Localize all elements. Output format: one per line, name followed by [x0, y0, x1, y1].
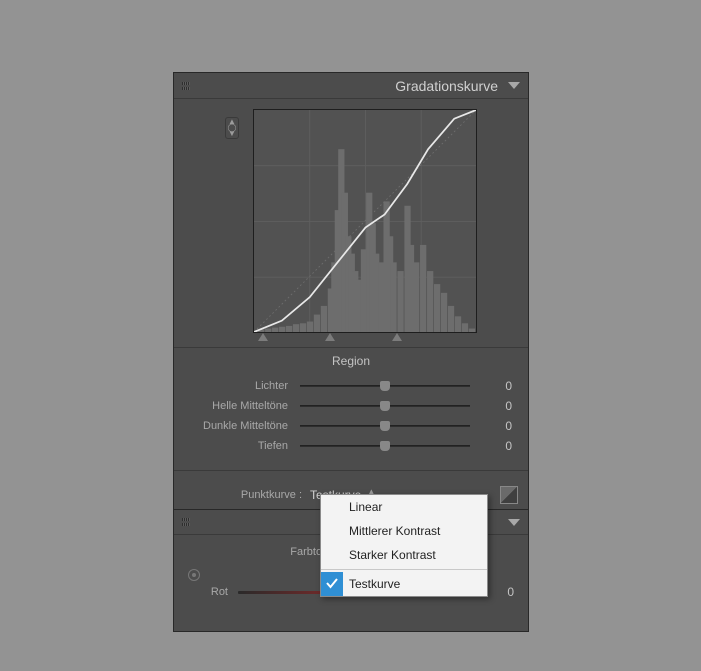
curve-edit-toggle-button[interactable] [500, 486, 518, 504]
slider-label: Helle Mitteltöne [190, 400, 300, 412]
checkmark-icon [325, 576, 339, 590]
targeted-adjustment-tool[interactable]: ▲◯▼ [225, 117, 239, 139]
slider-value: 0 [470, 419, 512, 433]
disclosure-triangle-icon[interactable] [508, 82, 520, 89]
split-marker-icon[interactable] [258, 333, 268, 341]
dropdown-item-mittlerer-kontrast[interactable]: Mittlerer Kontrast [321, 519, 487, 543]
slider-value: 0 [470, 439, 512, 453]
targeted-adjustment-tool[interactable] [188, 569, 200, 581]
slider-row: Lichter 0 [190, 376, 512, 396]
region-split-markers[interactable] [218, 333, 442, 341]
region-title: Region [190, 354, 512, 368]
slider-label: Dunkle Mitteltöne [190, 420, 300, 432]
region-slider[interactable] [300, 380, 470, 392]
region-slider[interactable] [300, 400, 470, 412]
point-curve-label: Punktkurve : [174, 489, 310, 501]
dropdown-item-linear[interactable]: Linear [321, 495, 487, 519]
slider-row: Helle Mitteltöne 0 [190, 396, 512, 416]
hsl-row-label: Rot [188, 586, 238, 598]
dropdown-item-starker-kontrast[interactable]: Starker Kontrast [321, 543, 487, 567]
dropdown-item-testkurve[interactable]: Testkurve [321, 572, 487, 596]
point-curve-dropdown[interactable]: Linear Mittlerer Kontrast Starker Kontra… [320, 494, 488, 597]
split-marker-icon[interactable] [325, 333, 335, 341]
slider-value: 0 [470, 399, 512, 413]
histogram [258, 149, 475, 332]
region-slider[interactable] [300, 440, 470, 452]
slider-thumb-icon[interactable] [380, 381, 390, 391]
panel-title: Gradationskurve [395, 78, 498, 94]
slider-thumb-icon[interactable] [380, 421, 390, 431]
slider-row: Tiefen 0 [190, 436, 512, 456]
slider-thumb-icon[interactable] [380, 401, 390, 411]
slider-thumb-icon[interactable] [380, 441, 390, 451]
region-sliders: Region Lichter 0Helle Mitteltöne 0Dunkle… [174, 347, 528, 470]
split-marker-icon[interactable] [392, 333, 402, 341]
slider-row: Dunkle Mitteltöne 0 [190, 416, 512, 436]
disclosure-triangle-icon[interactable] [508, 519, 520, 526]
panel-grip-icon [182, 81, 190, 91]
separator [174, 470, 528, 471]
region-slider[interactable] [300, 420, 470, 432]
tone-curve-graph[interactable] [253, 109, 477, 333]
slider-value: 0 [470, 379, 512, 393]
panel-grip-icon [182, 517, 190, 527]
curve-area: ▲◯▼ [174, 99, 528, 347]
slider-label: Lichter [190, 380, 300, 392]
slider-label: Tiefen [190, 440, 300, 452]
panel-header: Gradationskurve [174, 73, 528, 99]
dropdown-separator [321, 569, 487, 570]
